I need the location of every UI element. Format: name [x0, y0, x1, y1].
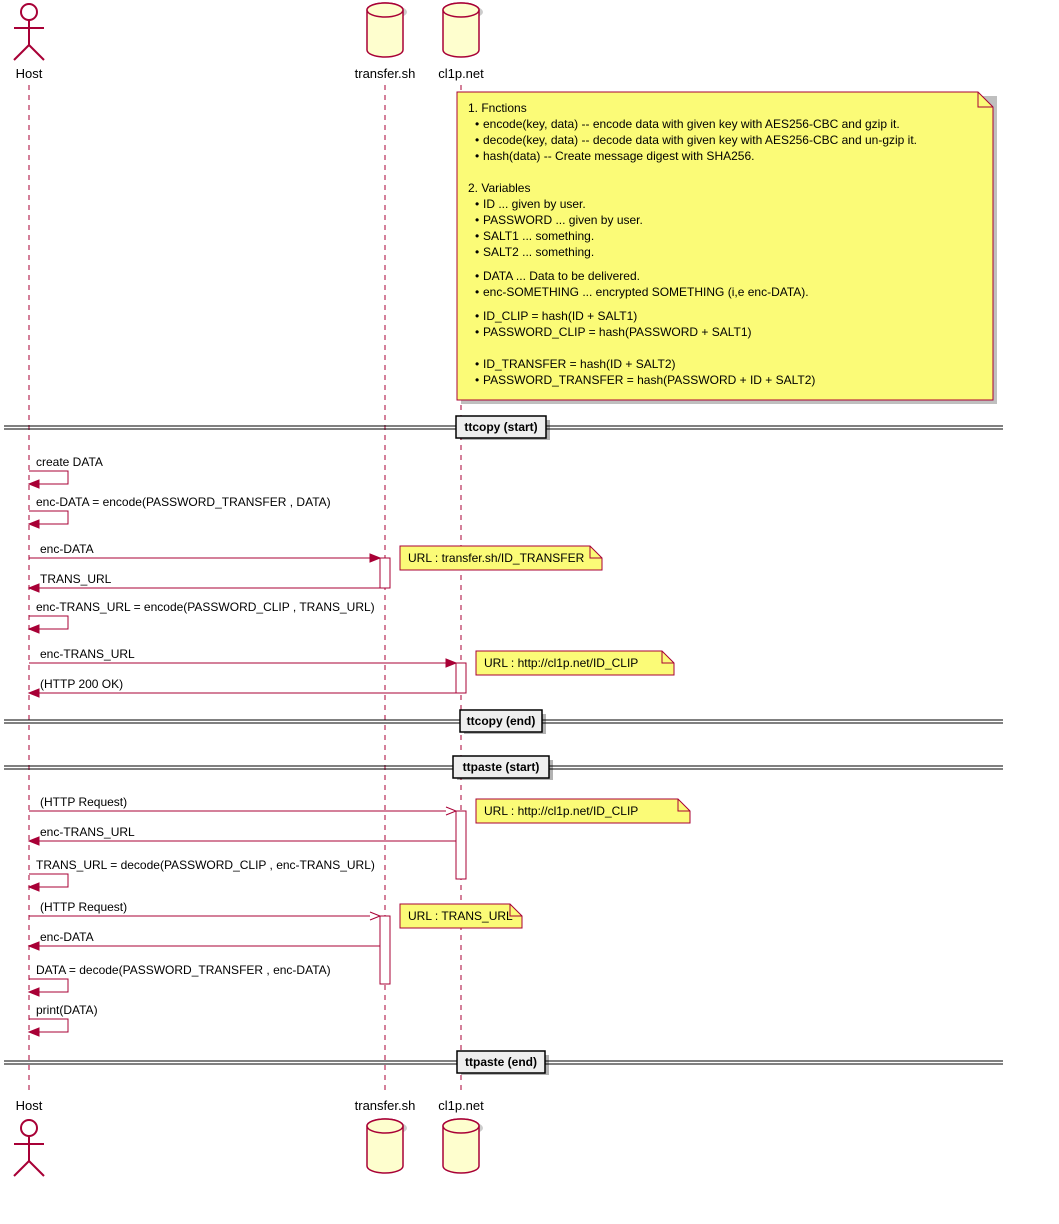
- activation-transfer-2: [380, 916, 390, 984]
- svg-text:•: •: [475, 245, 479, 259]
- sequence-diagram: Host transfer.sh cl1p.net 1. Fnctions • e…: [0, 0, 1059, 1224]
- svg-text:SALT1 ... something.: SALT1 ... something.: [483, 229, 594, 243]
- svg-text:PASSWORD_TRANSFER = hash(PASSW: PASSWORD_TRANSFER = hash(PASSWORD + ID +…: [483, 373, 815, 387]
- svg-text:2. Variables: 2. Variables: [468, 181, 530, 195]
- note-url-cl1p-2: URL : http://cl1p.net/ID_CLIP: [476, 799, 690, 823]
- transfer-label-top: transfer.sh: [355, 66, 416, 81]
- transfer-label-bottom: transfer.sh: [355, 1098, 416, 1113]
- svg-text:ID ... given by user.: ID ... given by user.: [483, 197, 586, 211]
- msg-http-200: (HTTP 200 OK): [40, 677, 123, 691]
- msg-http-req-2: (HTTP Request): [40, 900, 127, 914]
- svg-text:•: •: [475, 149, 479, 163]
- actor-host-top: Host: [14, 4, 44, 81]
- msg-transurl-decode: TRANS_URL = decode(PASSWORD_CLIP , enc-T…: [36, 858, 375, 872]
- svg-text:•: •: [475, 213, 479, 227]
- svg-text:•: •: [475, 117, 479, 131]
- msg-print-data: print(DATA): [36, 1003, 98, 1017]
- msg-enc-data-ret: enc-DATA: [40, 930, 94, 944]
- msg-trans-url: TRANS_URL: [40, 572, 112, 586]
- msg-create-data: create DATA: [36, 455, 103, 469]
- svg-text:hash(data) -- Create message d: hash(data) -- Create message digest with…: [483, 149, 754, 163]
- host-label-top: Host: [16, 66, 43, 81]
- msg-http-req-1: (HTTP Request): [40, 795, 127, 809]
- divider-ttpaste-start: ttpaste (start): [4, 756, 1003, 780]
- svg-text:1. Fnctions: 1. Fnctions: [468, 101, 527, 115]
- msg-data-decode: DATA = decode(PASSWORD_TRANSFER , enc-DA…: [36, 963, 331, 977]
- svg-text:URL : http://cl1p.net/ID_CLIP: URL : http://cl1p.net/ID_CLIP: [484, 656, 638, 670]
- note-url-trans: URL : TRANS_URL: [400, 904, 522, 928]
- svg-text:•: •: [475, 133, 479, 147]
- msg-enc-transurl-ret: enc-TRANS_URL: [40, 825, 135, 839]
- svg-text:ttcopy (start): ttcopy (start): [464, 420, 537, 434]
- svg-text:•: •: [475, 373, 479, 387]
- msg-enc-transurl: enc-TRANS_URL: [40, 647, 135, 661]
- svg-text:•: •: [475, 325, 479, 339]
- svg-text:decode(key, data) -- decode da: decode(key, data) -- decode data with gi…: [483, 133, 917, 147]
- svg-text:ID_TRANSFER = hash(ID + SALT2): ID_TRANSFER = hash(ID + SALT2): [483, 357, 676, 371]
- svg-text:URL : transfer.sh/ID_TRANSFER: URL : transfer.sh/ID_TRANSFER: [408, 551, 585, 565]
- svg-text:•: •: [475, 229, 479, 243]
- svg-text:DATA ... Data to be delivered.: DATA ... Data to be delivered.: [483, 269, 640, 283]
- activation-transfer-1: [380, 558, 390, 588]
- svg-text:•: •: [475, 309, 479, 323]
- svg-text:PASSWORD_CLIP = hash(PASSWORD: PASSWORD_CLIP = hash(PASSWORD + SALT1): [483, 325, 752, 339]
- svg-text:ttpaste (end): ttpaste (end): [465, 1055, 537, 1069]
- host-label-bottom: Host: [16, 1098, 43, 1113]
- svg-text:PASSWORD ... given by user.: PASSWORD ... given by user.: [483, 213, 643, 227]
- divider-ttpaste-end: ttpaste (end): [4, 1051, 1003, 1075]
- activation-cl1p-2: [456, 811, 466, 879]
- svg-text:•: •: [475, 285, 479, 299]
- msg-enc-transurl-assign: enc-TRANS_URL = encode(PASSWORD_CLIP , T…: [36, 600, 375, 614]
- note-definitions: 1. Fnctions • encode(key, data) -- encode…: [457, 92, 997, 404]
- activation-cl1p-1: [456, 663, 466, 693]
- svg-text:URL : http://cl1p.net/ID_CLIP: URL : http://cl1p.net/ID_CLIP: [484, 804, 638, 818]
- svg-text:encode(key, data) -- encode da: encode(key, data) -- encode data with gi…: [483, 117, 900, 131]
- svg-text:•: •: [475, 357, 479, 371]
- svg-text:ttpaste (start): ttpaste (start): [463, 760, 540, 774]
- db-cl1p-bottom: cl1p.net: [438, 1098, 484, 1173]
- svg-text:SALT2 ... something.: SALT2 ... something.: [483, 245, 594, 259]
- db-cl1p-top: cl1p.net: [438, 3, 484, 81]
- svg-text:ttcopy (end): ttcopy (end): [467, 714, 536, 728]
- svg-text:URL : TRANS_URL: URL : TRANS_URL: [408, 909, 513, 923]
- actor-host-bottom: Host: [14, 1098, 44, 1176]
- svg-text:ID_CLIP = hash(ID + SALT1): ID_CLIP = hash(ID + SALT1): [483, 309, 637, 323]
- divider-ttcopy-start: ttcopy (start): [4, 416, 1003, 440]
- svg-text:•: •: [475, 197, 479, 211]
- svg-text:enc-SOMETHING ... encrypted SO: enc-SOMETHING ... encrypted SOMETHING (i…: [483, 285, 809, 299]
- db-transfer-bottom: transfer.sh: [355, 1098, 416, 1173]
- msg-enc-data: enc-DATA: [40, 542, 94, 556]
- note-url-cl1p-1: URL : http://cl1p.net/ID_CLIP: [476, 651, 674, 675]
- divider-ttcopy-end: ttcopy (end): [4, 710, 1003, 734]
- svg-text:•: •: [475, 269, 479, 283]
- note-url-transfer: URL : transfer.sh/ID_TRANSFER: [400, 546, 602, 570]
- db-transfer-top: transfer.sh: [355, 3, 416, 81]
- cl1p-label-top: cl1p.net: [438, 66, 484, 81]
- cl1p-label-bottom: cl1p.net: [438, 1098, 484, 1113]
- msg-enc-data-assign: enc-DATA = encode(PASSWORD_TRANSFER , DA…: [36, 495, 331, 509]
